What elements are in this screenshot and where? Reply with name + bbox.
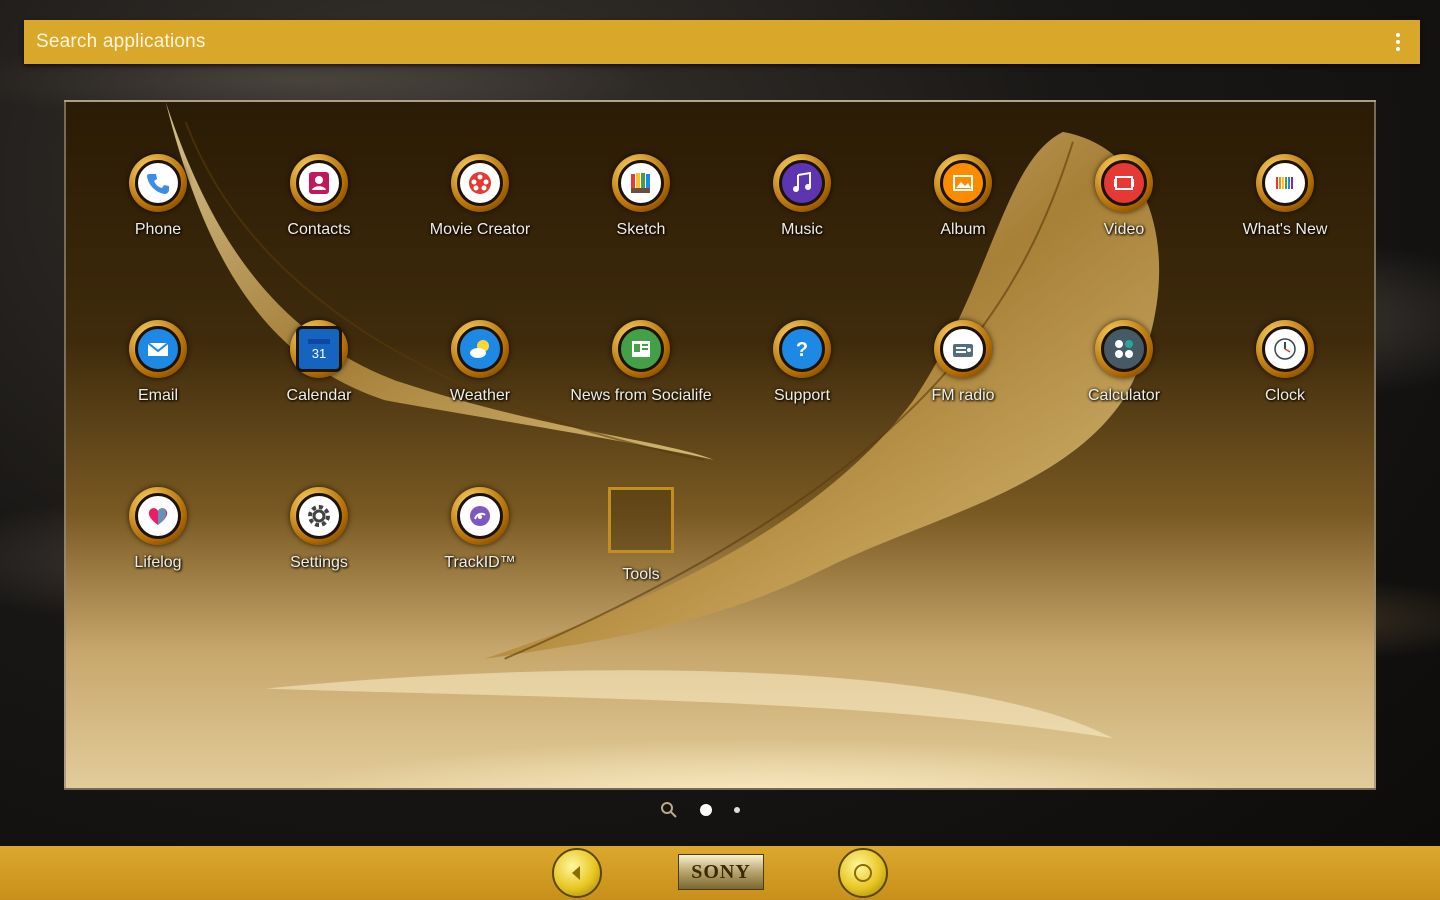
app-lifelog[interactable]: Lifelog bbox=[83, 487, 233, 573]
support-icon: ? bbox=[796, 339, 808, 361]
app-email[interactable]: Email bbox=[83, 320, 233, 406]
arrow-left-icon bbox=[572, 866, 580, 880]
app-sketch[interactable]: Sketch bbox=[566, 154, 716, 240]
svg-text:31: 31 bbox=[312, 346, 326, 361]
album-icon bbox=[953, 175, 973, 191]
video-icon bbox=[1114, 176, 1134, 190]
app-settings[interactable]: Settings bbox=[244, 487, 394, 573]
app-music[interactable]: Music bbox=[727, 154, 877, 240]
page-dot-current[interactable] bbox=[700, 804, 712, 816]
settings-icon bbox=[308, 505, 330, 527]
trackid-icon bbox=[470, 506, 490, 526]
page-indicator bbox=[660, 798, 780, 822]
movie-creator-icon bbox=[469, 172, 491, 194]
search-bar[interactable]: Search applications bbox=[24, 20, 1420, 64]
sony-logo-button[interactable]: SONY bbox=[678, 854, 764, 890]
clock-icon bbox=[1274, 338, 1296, 360]
sketch-icon bbox=[631, 173, 650, 193]
tools-folder-icon bbox=[608, 487, 674, 553]
app-calculator[interactable]: Calculator bbox=[1049, 320, 1199, 406]
svg-text:?: ? bbox=[796, 339, 808, 361]
socialife-icon bbox=[632, 341, 650, 357]
calculator-icon bbox=[1115, 340, 1133, 358]
weather-icon bbox=[470, 340, 489, 358]
back-button[interactable] bbox=[552, 848, 602, 898]
search-icon[interactable] bbox=[660, 801, 678, 819]
app-socialife[interactable]: News from Socialife bbox=[566, 320, 716, 406]
app-weather[interactable]: Weather bbox=[405, 320, 555, 406]
app-phone[interactable]: Phone bbox=[83, 154, 233, 240]
app-fm-radio[interactable]: FM radio bbox=[888, 320, 1038, 406]
whats-new-icon bbox=[1276, 177, 1293, 189]
overflow-menu-icon[interactable] bbox=[1388, 30, 1408, 54]
email-icon bbox=[147, 342, 169, 356]
app-video[interactable]: Video bbox=[1049, 154, 1199, 240]
folder-tools[interactable]: Tools bbox=[566, 487, 716, 585]
music-icon bbox=[793, 171, 811, 192]
app-calendar[interactable]: 31 Calendar bbox=[244, 320, 394, 406]
search-input[interactable]: Search applications bbox=[36, 31, 1388, 53]
home-button[interactable] bbox=[838, 848, 888, 898]
app-trackid[interactable]: TrackID™ bbox=[405, 487, 555, 573]
app-support[interactable]: ? Support bbox=[727, 320, 877, 406]
fm-radio-icon bbox=[953, 344, 973, 357]
app-movie-creator[interactable]: Movie Creator bbox=[405, 154, 555, 240]
phone-icon bbox=[147, 174, 169, 194]
circle-icon bbox=[854, 864, 872, 882]
app-whats-new[interactable]: What's New bbox=[1210, 154, 1360, 240]
calendar-icon: 31 bbox=[308, 339, 330, 361]
contacts-icon bbox=[309, 172, 329, 194]
app-album[interactable]: Album bbox=[888, 154, 1038, 240]
page-dot[interactable] bbox=[734, 807, 740, 813]
app-contacts[interactable]: Contacts bbox=[244, 154, 394, 240]
lifelog-icon bbox=[148, 508, 168, 525]
app-clock[interactable]: Clock bbox=[1210, 320, 1360, 406]
app-drawer-panel: Phone Contacts Movie Creator Sketch Musi… bbox=[64, 100, 1376, 790]
